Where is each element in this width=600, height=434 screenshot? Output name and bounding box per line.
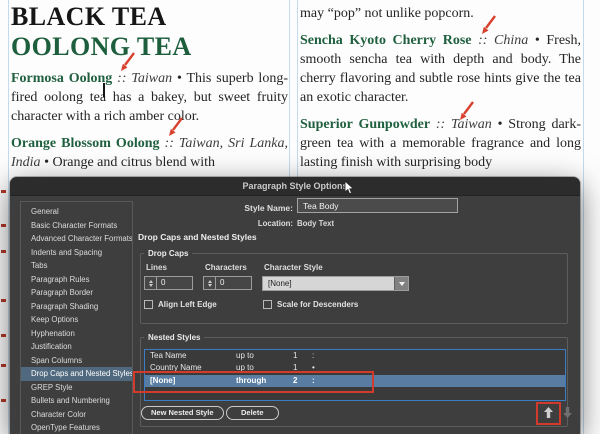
character-style-value[interactable]: [None] [263,277,394,290]
delete-button[interactable]: Delete [226,406,279,420]
stepper-down-icon[interactable] [148,283,153,287]
margin-guide-right [583,0,584,434]
stepper-buttons[interactable] [145,277,157,289]
tea-paragraph: Formosa Oolong :: Taiwan • This superb l… [11,71,288,124]
right-paragraphs: Sencha Kyoto Cherry Rose :: China • Fres… [300,31,581,172]
dialog-title: Paragraph Style Options [242,181,348,191]
margin-guide-left [8,0,9,434]
sidebar-item-justification[interactable]: Justification [21,340,132,354]
left-text-column: BLACK TEA OOLONG TEA Formosa Oolong :: T… [11,2,288,172]
sidebar-item-grep-style[interactable]: GREP Style [21,381,132,395]
sidebar-item-advanced-character-formats[interactable]: Advanced Character Formats [21,232,132,246]
character-style-dropdown[interactable]: [None] [262,276,409,291]
annotation-arrow [169,117,183,136]
stepper-up-icon[interactable] [148,279,153,283]
tea-paragraph: Superior Gunpowder :: Taiwan • Strong da… [300,117,581,170]
location-value: Body Text [297,219,335,228]
chevron-down-icon [398,281,405,286]
sidebar-item-bullets-and-numbering[interactable]: Bullets and Numbering [21,394,132,408]
lines-label: Lines [146,263,167,272]
annotation-box-selected-row [133,371,374,393]
annotation-arrow [460,101,474,120]
sidebar-item-hyphenation[interactable]: Hyphenation [21,327,132,341]
sidebar-item-opentype-features[interactable]: OpenType Features [21,421,132,434]
c-delim: : [312,351,315,360]
sidebar-item-keep-options[interactable]: Keep Options [21,313,132,327]
edge-mark [1,250,6,253]
sidebar-item-tabs[interactable]: Tabs [21,259,132,273]
sidebar-item-paragraph-rules[interactable]: Paragraph Rules [21,273,132,287]
arrow-down-icon [562,406,572,418]
c-count: 1 [293,351,298,360]
sidebar-item-paragraph-shading[interactable]: Paragraph Shading [21,300,132,314]
nested-style-row[interactable]: Tea Name up to 1: [145,350,565,362]
tea-name: Superior Gunpowder [300,117,431,132]
edge-mark [1,334,6,337]
scale-for-descenders-label: Scale for Descenders [277,300,359,309]
stepper-buttons[interactable] [204,277,216,289]
section-heading: Drop Caps and Nested Styles [138,232,257,242]
sidebar-item-character-color[interactable]: Character Color [21,408,132,422]
dialog-titlebar[interactable]: Paragraph Style Options [10,177,580,196]
c-mode: up to [236,351,254,360]
tea-name: Formosa Oolong [11,71,113,86]
right-text-column: may “pop” not unlike popcorn. Sencha Kyo… [300,4,581,172]
annotation-arrow [482,15,496,34]
left-paragraphs: Formosa Oolong :: Taiwan • This superb l… [11,69,288,172]
characters-value[interactable]: 0 [216,277,251,289]
mouse-cursor-icon [344,180,354,195]
stepper-up-icon[interactable] [207,279,212,283]
character-style-label: Character Style [264,263,323,272]
characters-label: Characters [205,263,247,272]
tea-paragraph: Orange Blossom Oolong :: Taiwan, Sri Lan… [11,136,288,170]
paragraph-continuation: may “pop” not unlike popcorn. [300,6,474,21]
tea-name: Sencha Kyoto Cherry Rose [300,33,472,48]
sidebar-item-paragraph-border[interactable]: Paragraph Border [21,286,132,300]
lines-stepper[interactable]: 0 [144,276,193,290]
annotation-arrow [121,52,135,71]
sidebar-item-span-columns[interactable]: Span Columns [21,354,132,368]
scale-for-descenders-checkbox[interactable] [263,300,272,309]
annotation-box-up-arrow [536,402,561,425]
characters-stepper[interactable]: 0 [203,276,252,290]
c-name: Tea Name [150,351,187,360]
new-nested-style-button[interactable]: New Nested Style [141,406,224,420]
edge-mark [1,299,6,302]
tea-paragraph: Sencha Kyoto Cherry Rose :: China • Fres… [300,33,581,105]
edge-mark [1,224,6,227]
lines-value[interactable]: 0 [157,277,192,289]
dialog-sidebar: General Basic Character Formats Advanced C… [20,201,133,434]
paragraph-style-options-dialog: Paragraph Style Options General Basic Cha… [10,177,580,434]
nested-styles-legend: Nested Styles [144,333,205,342]
edge-mark [1,190,6,193]
location-label: Location: [257,219,293,228]
style-name-label: Style Name: [244,203,293,213]
sidebar-item-basic-character-formats[interactable]: Basic Character Formats [21,219,132,233]
heading-oolong-tea: OOLONG TEA [11,32,192,61]
align-left-edge-checkbox[interactable] [144,300,153,309]
sidebar-item-drop-caps-and-nested-styles[interactable]: Drop Caps and Nested Styles [21,367,132,381]
heading-black-tea: BLACK TEA [11,2,167,31]
align-left-edge-label: Align Left Edge [158,300,217,309]
edge-mark [1,399,6,402]
stepper-down-icon[interactable] [207,283,212,287]
tea-name: Orange Blossom Oolong [11,136,160,151]
sidebar-item-general[interactable]: General [21,205,132,219]
text-insertion-cursor [103,83,105,97]
move-down-button[interactable] [561,405,573,419]
sidebar-item-indents-and-spacing[interactable]: Indents and Spacing [21,246,132,260]
screen: BLACK TEA OOLONG TEA Formosa Oolong :: T… [0,0,600,434]
edge-mark [1,364,6,367]
style-name-input[interactable] [297,198,458,213]
dropdown-button[interactable] [394,277,408,290]
drop-caps-legend: Drop Caps [144,249,193,258]
